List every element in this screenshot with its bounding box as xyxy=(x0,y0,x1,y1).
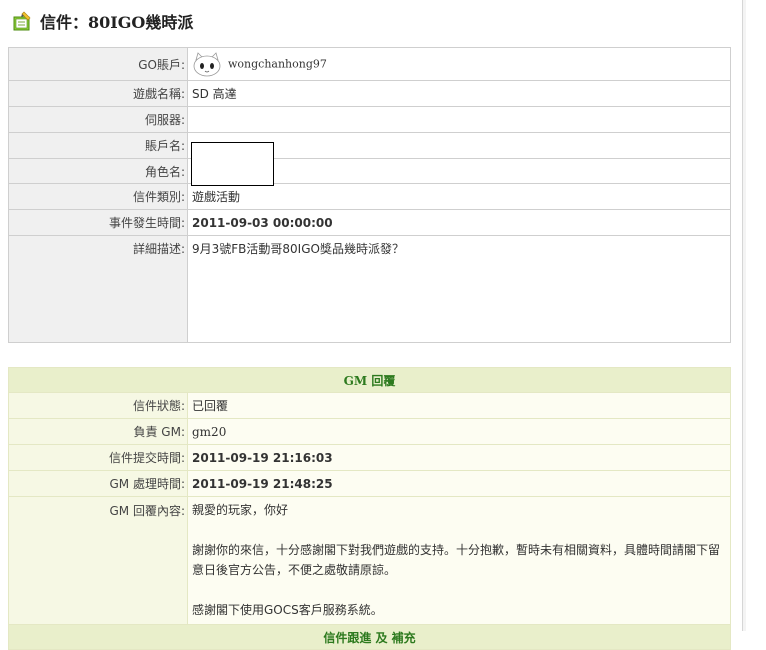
row-status: 信件狀態: 已回覆 xyxy=(8,392,731,419)
event-time-label: 事件發生時間: xyxy=(8,209,188,236)
followup-header: 信件跟進 及 補充 xyxy=(8,624,731,650)
row-reply: GM 回覆內容: 親愛的玩家，你好 謝謝你的來信，十分感謝閣下對我們遊戲的支持。… xyxy=(8,496,731,625)
row-username: 賬戶名: xyxy=(8,132,731,159)
gm-header-row: GM 回覆 xyxy=(8,367,731,393)
row-gm: 負責 GM: gm20 xyxy=(8,418,731,445)
mail-book-icon xyxy=(13,11,31,31)
reply-closing: 感謝閣下使用GOCS客戶服務系統。 xyxy=(192,603,383,617)
cat-face-avatar xyxy=(193,52,221,77)
title-bar: 信件：80IGO幾時派 xyxy=(12,8,193,34)
server-value xyxy=(187,106,731,133)
row-account: GO賬戶: wongchanhong97 xyxy=(8,47,731,81)
reply-label: GM 回覆內容: xyxy=(8,496,188,625)
category-value: 遊戲活動 xyxy=(187,183,731,210)
status-value: 已回覆 xyxy=(187,392,731,419)
submit-time-value: 2011-09-19 21:16:03 xyxy=(187,444,731,471)
account-label: GO賬戶: xyxy=(8,47,188,81)
gm-label: 負責 GM: xyxy=(8,418,188,445)
page-right-edge xyxy=(742,0,746,631)
game-label: 遊戲名稱: xyxy=(8,80,188,107)
reply-body-line1: 謝謝你的來信，十分感謝閣下對我們遊戲的支持。十分抱歉，暫時未有相關資料，具體時間… xyxy=(192,543,721,557)
status-label: 信件狀態: xyxy=(8,392,188,419)
category-label: 信件類別: xyxy=(8,183,188,210)
row-game: 遊戲名稱: SD 高達 xyxy=(8,80,731,107)
submit-time-label: 信件提交時間: xyxy=(8,444,188,471)
followup-header-row: 信件跟進 及 補充 xyxy=(8,624,731,650)
mail-info-table: GO賬戶: wongchanhong97 遊戲名稱: SD 高達 伺服器: 賬戶… xyxy=(8,47,731,343)
redacted-account-box xyxy=(191,142,274,186)
gm-reply-table: GM 回覆 信件狀態: 已回覆 負責 GM: gm20 信件提交時間: 2011… xyxy=(8,367,731,650)
account-cell: wongchanhong97 xyxy=(187,47,731,81)
charname-label: 角色名: xyxy=(8,158,188,184)
process-time-value: 2011-09-19 21:48:25 xyxy=(187,470,731,497)
event-time-value: 2011-09-03 00:00:00 xyxy=(187,209,731,236)
game-value: SD 高達 xyxy=(187,80,731,107)
reply-content: 親愛的玩家，你好 謝謝你的來信，十分感謝閣下對我們遊戲的支持。十分抱歉，暫時未有… xyxy=(187,496,731,625)
desc-value: 9月3號FB活動哥80IGO獎品幾時派發？ xyxy=(187,235,731,343)
row-server: 伺服器: xyxy=(8,106,731,133)
account-value: wongchanhong97 xyxy=(228,57,327,71)
desc-label: 詳細描述: xyxy=(8,235,188,343)
reply-body-line2: 意日後官方公告，不便之處敬請原諒。 xyxy=(192,563,397,577)
row-process-time: GM 處理時間: 2011-09-19 21:48:25 xyxy=(8,470,731,497)
row-category: 信件類別: 遊戲活動 xyxy=(8,183,731,210)
process-time-label: GM 處理時間: xyxy=(8,470,188,497)
row-submit-time: 信件提交時間: 2011-09-19 21:16:03 xyxy=(8,444,731,471)
page-title: 信件：80IGO幾時派 xyxy=(40,13,194,32)
row-charname: 角色名: xyxy=(8,158,731,184)
gm-value: gm20 xyxy=(187,418,731,445)
reply-greeting: 親愛的玩家，你好 xyxy=(192,503,289,517)
row-event-time: 事件發生時間: 2011-09-03 00:00:00 xyxy=(8,209,731,236)
server-label: 伺服器: xyxy=(8,106,188,133)
username-label: 賬戶名: xyxy=(8,132,188,159)
row-description: 詳細描述: 9月3號FB活動哥80IGO獎品幾時派發？ xyxy=(8,235,731,343)
gm-header: GM 回覆 xyxy=(8,367,731,393)
